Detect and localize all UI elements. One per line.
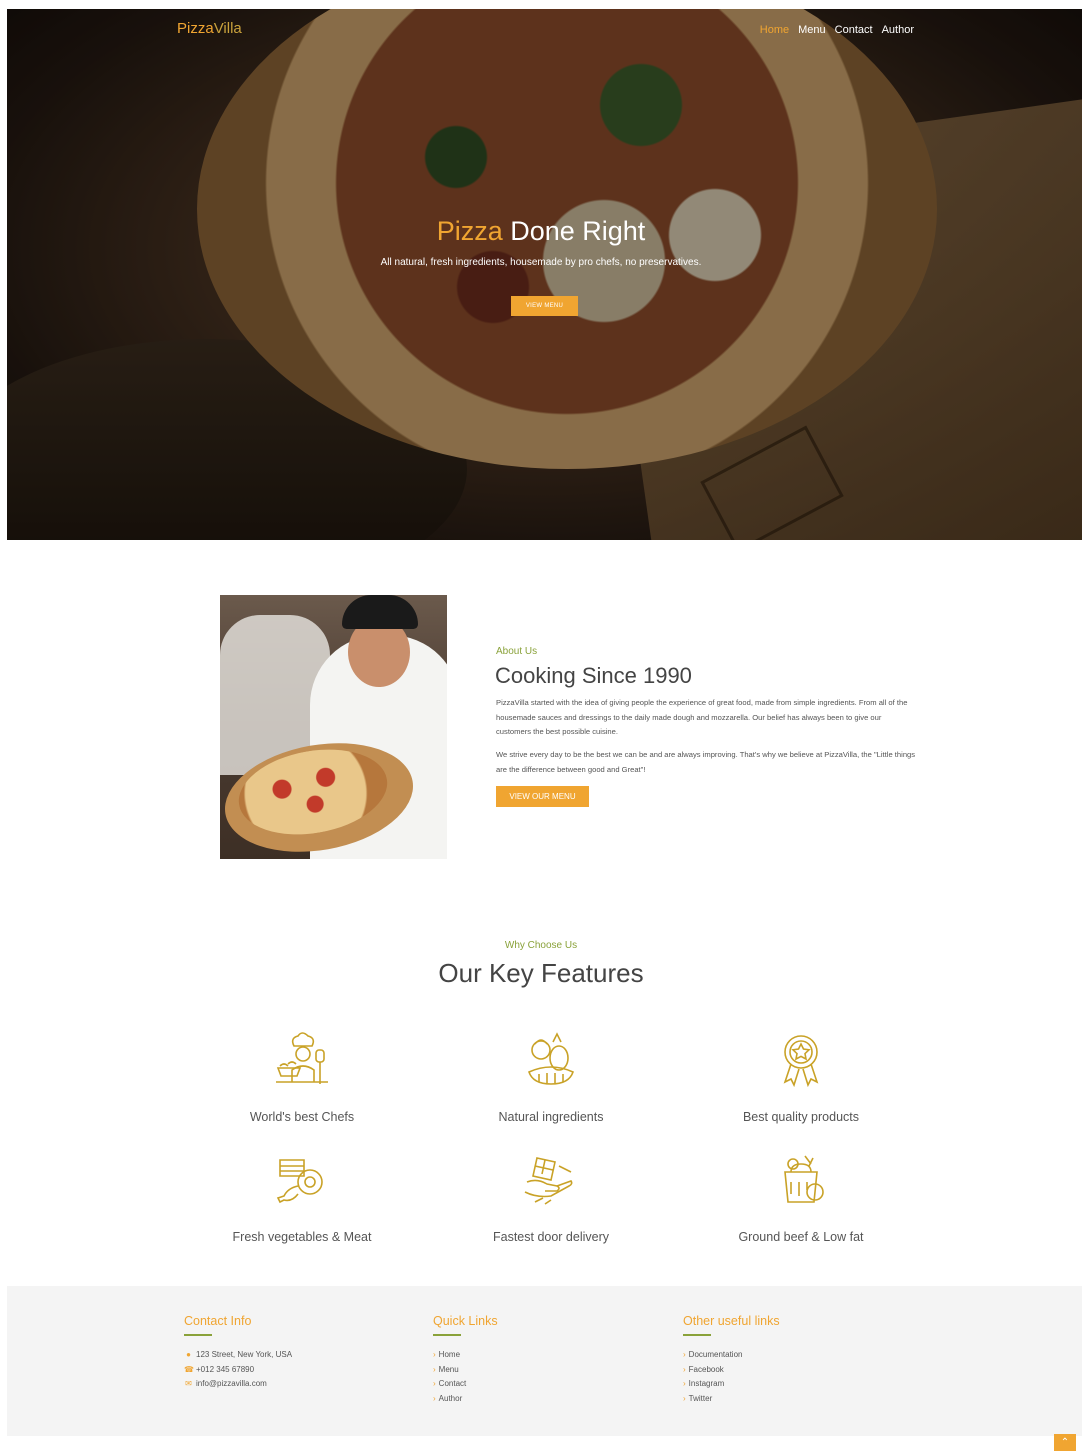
feature-ground-beef: Ground beef & Low fat (681, 1152, 921, 1244)
nav-item-author[interactable]: Author (882, 24, 914, 36)
quick-link-author[interactable]: › Author (433, 1392, 498, 1407)
view-menu-button[interactable]: VIEW MENU (511, 296, 578, 316)
feature-label: Fresh vegetables & Meat (232, 1230, 372, 1244)
quick-link-label: Menu (438, 1364, 459, 1374)
other-link-documentation[interactable]: › Documentation (683, 1348, 780, 1363)
feature-label: Ground beef & Low fat (738, 1230, 864, 1244)
map-marker-icon: ● (186, 1350, 191, 1359)
contact-phone: ☎ +012 345 67890 (184, 1363, 292, 1378)
heading-underline (184, 1334, 212, 1336)
contact-address: ● 123 Street, New York, USA (184, 1348, 292, 1363)
chef-photo (220, 595, 447, 859)
chevron-right-icon: › (433, 1364, 436, 1374)
chevron-right-icon: › (683, 1364, 686, 1374)
chevron-right-icon: › (433, 1350, 436, 1359)
hero-section (7, 9, 1082, 540)
contact-email-text: info@pizzavilla.com (196, 1379, 267, 1388)
hero-title-rest: Done Right (502, 216, 646, 246)
other-link-label: Instagram (688, 1379, 725, 1388)
brand-logo-part2: Villa (213, 20, 242, 37)
chevron-right-icon: › (433, 1379, 436, 1388)
quick-link-label: Contact (438, 1379, 467, 1388)
chevron-up-icon: ⌃ (1060, 1437, 1070, 1448)
footer-heading-other-links: Other useful links (683, 1314, 780, 1328)
about-title: Cooking Since 1990 (495, 663, 692, 688)
back-to-top-button[interactable]: ⌃ (1054, 1434, 1076, 1451)
footer: Contact Info ● 123 Street, New York, USA… (7, 1286, 1082, 1436)
feature-delivery: Fastest door delivery (431, 1152, 671, 1244)
hero-subtitle: All natural, fresh ingredients, housemad… (380, 257, 702, 268)
delivery-icon (524, 1157, 573, 1205)
other-link-label: Twitter (688, 1393, 713, 1403)
hero-title: Pizza Done Right (0, 216, 1082, 247)
other-link-twitter[interactable]: › Twitter (683, 1392, 780, 1407)
feature-label: Fastest door delivery (492, 1230, 610, 1244)
contact-email[interactable]: ✉ info@pizzavilla.com (184, 1377, 292, 1392)
heading-underline (433, 1334, 461, 1336)
chevron-right-icon: › (683, 1379, 686, 1388)
main-nav: Home Menu Contact Author (760, 24, 914, 36)
footer-heading-contact: Contact Info (184, 1314, 252, 1328)
chevron-right-icon: › (433, 1393, 436, 1403)
other-link-facebook[interactable]: › Facebook (683, 1363, 780, 1378)
brand-logo[interactable]: PizzaVilla (177, 20, 242, 37)
feature-label: Natural ingredients (498, 1110, 604, 1124)
quick-link-menu[interactable]: › Menu (433, 1363, 498, 1378)
features-eyebrow: Why Choose Us (504, 940, 578, 951)
grocery-icon (784, 1155, 824, 1203)
footer-quick-links: Quick Links › Home › Menu › Contact › Author (433, 1314, 498, 1406)
envelope-icon: ✉ (185, 1379, 192, 1388)
view-our-menu-button[interactable]: VIEW OUR MENU (496, 786, 589, 807)
chef-hat (342, 595, 418, 629)
quick-link-contact[interactable]: › Contact (433, 1377, 498, 1392)
chef-icon (276, 1032, 328, 1084)
meat-icon (276, 1159, 323, 1204)
phone-icon: ☎ (184, 1364, 194, 1374)
vegetables-icon (528, 1032, 574, 1085)
about-eyebrow: About Us (496, 646, 538, 657)
nav-item-menu[interactable]: Menu (798, 24, 826, 36)
heading-underline (683, 1334, 711, 1336)
about-paragraph-2: We strive every day to be the best we ca… (496, 750, 916, 774)
quick-link-label: Author (438, 1393, 463, 1403)
other-link-instagram[interactable]: › Instagram (683, 1377, 780, 1392)
feature-label: World's best Chefs (249, 1110, 355, 1124)
footer-contact-info: Contact Info ● 123 Street, New York, USA… (184, 1314, 292, 1392)
quick-link-label: Home (438, 1350, 461, 1359)
features-title: Our Key Features (438, 958, 644, 988)
about-paragraph-1: PizzaVilla started with the idea of givi… (496, 698, 908, 736)
other-link-label: Facebook (688, 1364, 724, 1374)
other-link-label: Documentation (688, 1350, 743, 1359)
award-badge-icon (783, 1035, 819, 1088)
feature-label: Best quality products (742, 1110, 860, 1124)
chevron-right-icon: › (683, 1393, 686, 1403)
nav-item-home[interactable]: Home (760, 24, 789, 36)
feature-fresh: Fresh vegetables & Meat (182, 1152, 422, 1244)
nav-item-contact[interactable]: Contact (835, 24, 873, 36)
chevron-right-icon: › (683, 1350, 686, 1359)
brand-logo-part1: Pizza (177, 20, 214, 37)
hero-overlay (7, 9, 1082, 540)
contact-address-text: 123 Street, New York, USA (196, 1350, 293, 1359)
footer-heading-quick-links: Quick Links (433, 1314, 498, 1328)
feature-chefs: World's best Chefs (182, 1032, 422, 1124)
hero-title-highlight: Pizza (436, 216, 503, 246)
footer-other-links: Other useful links › Documentation › Faceb… (683, 1314, 780, 1406)
contact-phone-text: +012 345 67890 (196, 1364, 255, 1374)
feature-quality: Best quality products (681, 1032, 921, 1124)
quick-link-home[interactable]: › Home (433, 1348, 498, 1363)
feature-natural: Natural ingredients (431, 1032, 671, 1124)
